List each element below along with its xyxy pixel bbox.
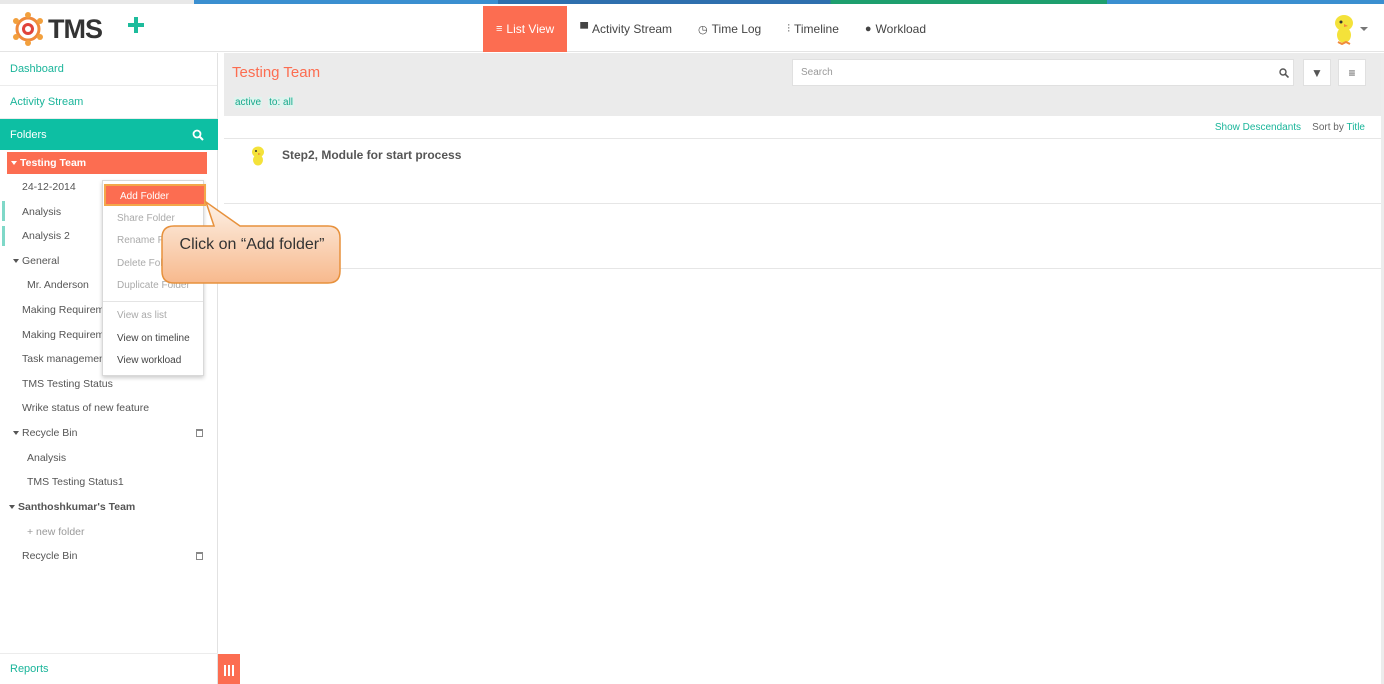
tab-workload[interactable]: ● Workload — [852, 6, 939, 52]
page-title: Testing Team — [232, 64, 321, 81]
tab-label: Activity Stream — [592, 22, 673, 36]
main-panel: Testing Team Search ▼ ≡ active to: all S… — [224, 53, 1384, 684]
sort-field-link[interactable]: Title — [1346, 122, 1365, 133]
tree-label: General — [22, 255, 60, 267]
tree-label: Analysis 2 — [22, 230, 70, 242]
show-descendants-link[interactable]: Show Descendants — [1215, 122, 1301, 133]
new-folder-link[interactable]: + new folder — [0, 522, 218, 542]
filter-tags: active to: all — [234, 97, 295, 108]
search-input[interactable]: Search — [792, 59, 1294, 86]
caret-down-icon — [13, 259, 19, 263]
logo-mark-icon — [13, 12, 43, 46]
tree-label: Analysis — [22, 206, 62, 218]
menu-divider — [103, 301, 203, 302]
menu-item-view-workload[interactable]: View workload — [103, 350, 203, 372]
tree-label: Recycle Bin — [22, 550, 78, 562]
tree-item[interactable]: Analysis — [0, 448, 218, 468]
app-name: TMS — [48, 13, 103, 44]
tree-label: Testing Team — [20, 157, 87, 169]
tree-label: Task management — [22, 353, 108, 365]
task-row-empty — [224, 203, 1382, 268]
callout-text: Click on “Add folder” — [179, 236, 325, 253]
sidebar-item-activity-stream[interactable]: Activity Stream — [0, 86, 217, 119]
tab-list-view[interactable]: ≡ List View — [483, 6, 568, 52]
search-icon[interactable] — [1279, 68, 1289, 78]
tab-time-log[interactable]: ◷ Time Log — [685, 6, 774, 52]
tree-folder-santhoshkumar-team[interactable]: Santhoshkumar's Team — [0, 497, 218, 517]
tree-label: Santhoshkumar's Team — [18, 501, 136, 513]
app-logo[interactable]: TMS — [10, 12, 103, 46]
tree-label: + new folder — [27, 526, 85, 538]
trash-icon[interactable] — [196, 552, 203, 560]
tree-label: Analysis — [27, 452, 67, 464]
menu-item-view-as-list[interactable]: View as list — [103, 305, 203, 327]
search-icon[interactable] — [192, 129, 204, 141]
hamburger-icon: ≡ — [1348, 65, 1356, 80]
avatar — [1335, 15, 1353, 46]
trash-icon[interactable] — [196, 429, 203, 437]
avatar — [252, 146, 264, 166]
app-header: TMS ≡ List View ▀ Activity Stream ◷ Time… — [0, 4, 1384, 52]
filter-icon: ▼ — [1311, 65, 1323, 80]
tree-folder-recycle-bin[interactable]: Recycle Bin — [0, 423, 218, 443]
list-options: Show Descendants Sort by Title — [224, 117, 1382, 139]
tree-item[interactable]: TMS Testing Status — [0, 374, 218, 394]
user-menu[interactable] — [1332, 13, 1372, 49]
tab-timeline[interactable]: ⫶ Timeline — [774, 6, 852, 52]
sidebar-item-reports[interactable]: Reports — [0, 653, 218, 684]
tag-assignee[interactable]: to: all — [268, 97, 295, 108]
divider — [224, 268, 1382, 269]
view-tabs: ≡ List View ▀ Activity Stream ◷ Time Log… — [483, 6, 939, 52]
task-title[interactable]: Step2, Module for start process — [282, 148, 461, 162]
tree-item[interactable]: TMS Testing Status1 — [0, 472, 218, 492]
tree-label: Recycle Bin — [22, 427, 78, 439]
user-icon: ● — [864, 23, 872, 35]
tree-item-recycle-bin[interactable]: Recycle Bin — [0, 546, 218, 566]
tree-label: Making Requireme — [22, 329, 111, 341]
sliders-icon: ⫶ — [787, 22, 790, 35]
tree-label: Mr. Anderson — [27, 279, 89, 291]
menu-button[interactable]: ≡ — [1338, 59, 1366, 86]
tree-label: 24-12-2014 — [22, 181, 76, 193]
folders-header[interactable]: Folders — [0, 119, 218, 150]
tab-label: Timeline — [793, 22, 839, 36]
sort-label: Sort by — [1312, 122, 1344, 133]
clock-icon: ◷ — [698, 23, 708, 36]
tab-activity-stream[interactable]: ▀ Activity Stream — [567, 6, 685, 52]
add-button[interactable] — [128, 17, 144, 33]
tree-label: TMS Testing Status1 — [27, 476, 124, 488]
caret-down-icon — [9, 505, 15, 509]
tree-label: Making Requireme — [22, 304, 111, 316]
chevron-down-icon — [1360, 27, 1368, 31]
caret-down-icon — [13, 431, 19, 435]
tab-label: Workload — [875, 22, 927, 36]
tree-label: Wrike status of new feature — [22, 402, 150, 414]
tree-item[interactable]: Wrike status of new feature — [0, 398, 218, 418]
folder-header: Testing Team Search ▼ ≡ active to: all — [224, 53, 1382, 116]
menu-item-view-on-timeline[interactable]: View on timeline — [103, 328, 203, 350]
tab-label: List View — [506, 22, 555, 36]
tab-label: Time Log — [711, 22, 762, 36]
tree-folder-testing-team[interactable]: Testing Team — [7, 152, 207, 174]
folders-label: Folders — [10, 128, 47, 141]
comment-icon: ▀ — [580, 23, 589, 35]
list-icon: ≡ — [496, 23, 503, 35]
sidebar-item-dashboard[interactable]: Dashboard — [0, 53, 217, 86]
tag-status[interactable]: active — [234, 97, 263, 108]
tree-label: TMS Testing Status — [22, 378, 113, 390]
caret-down-icon — [11, 161, 17, 165]
filter-button[interactable]: ▼ — [1303, 59, 1331, 86]
